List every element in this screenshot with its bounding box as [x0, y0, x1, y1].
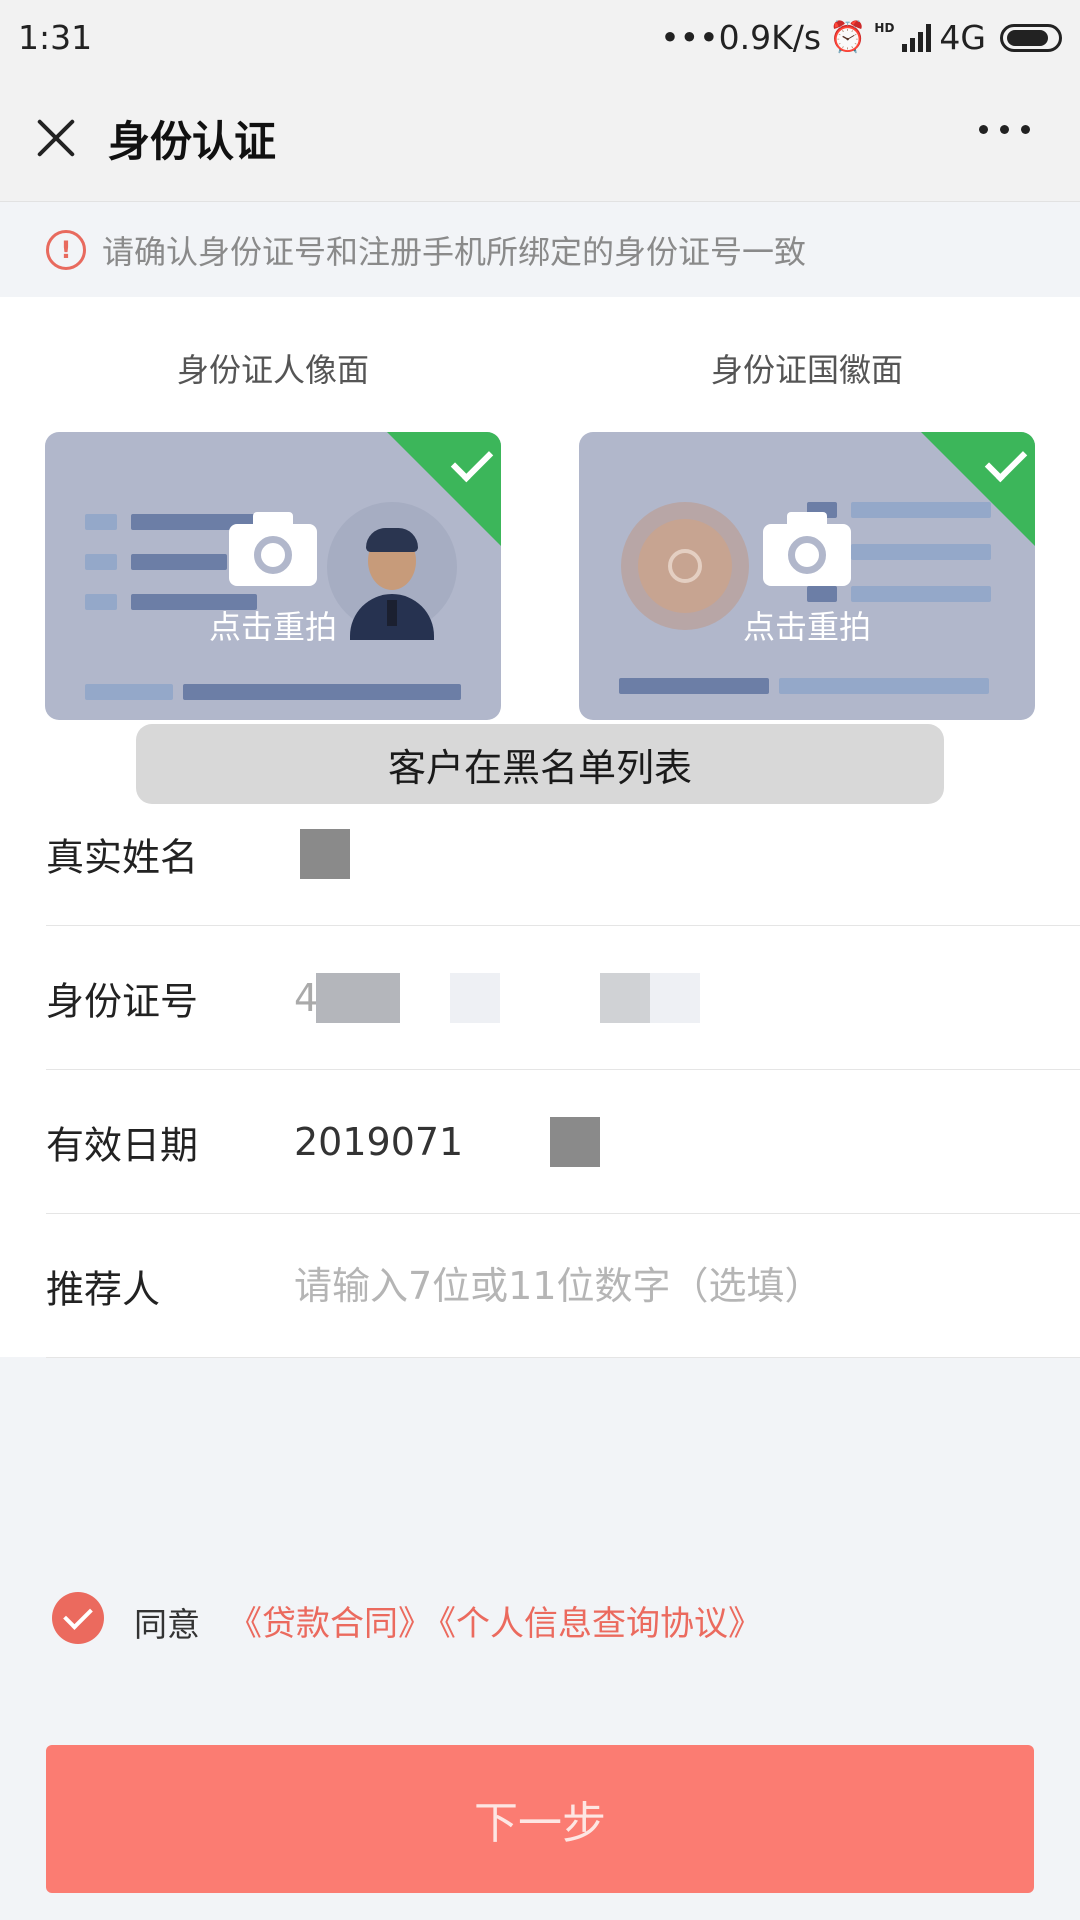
redacted-value	[316, 972, 400, 1023]
valid-date-label: 有效日期	[46, 1123, 199, 1167]
id-number-value: 4	[294, 975, 319, 1020]
id-back-card[interactable]: 点击重拍	[579, 432, 1035, 720]
card-stripe	[131, 554, 227, 570]
status-bar: 1:31 •••0.9K/s ⏰ HD 4G	[0, 0, 1080, 75]
card-stripe	[183, 684, 461, 700]
loan-contract-link[interactable]: 《贷款合同》	[228, 1596, 432, 1645]
id-back-label: 身份证国徽面	[710, 351, 903, 389]
card-stripe	[85, 514, 117, 530]
card-stripe	[779, 678, 989, 694]
network-speed: •••0.9K/s	[660, 18, 822, 57]
redacted-value	[650, 972, 700, 1023]
form-row-id-number[interactable]: 身份证号 4	[46, 926, 1080, 1070]
notice-banner: ! 请确认身份证号和注册手机所绑定的身份证号一致	[0, 203, 1080, 297]
notice-text: 请确认身份证号和注册手机所绑定的身份证号一致	[102, 233, 807, 271]
redacted-value	[600, 972, 650, 1023]
close-icon[interactable]	[26, 108, 86, 168]
referrer-input[interactable]	[294, 1255, 1054, 1316]
page-title: 身份认证	[108, 116, 277, 166]
id-number-label: 身份证号	[46, 979, 199, 1023]
info-query-agreement-link[interactable]: 《个人信息查询协议》	[422, 1596, 762, 1645]
form-row-name[interactable]: 真实姓名	[46, 782, 1080, 926]
battery-icon	[1000, 23, 1062, 52]
network-type: 4G	[939, 18, 986, 57]
hd-label: HD	[874, 20, 895, 35]
retake-label: 点击重拍	[208, 608, 337, 646]
alarm-clock-icon: ⏰	[829, 20, 867, 55]
id-front-label: 身份证人像面	[176, 351, 369, 389]
card-stripe	[851, 544, 991, 560]
warning-icon: !	[46, 230, 86, 270]
camera-icon	[763, 512, 851, 586]
emblem-symbol	[668, 549, 702, 583]
camera-icon	[229, 512, 317, 586]
id-front-card[interactable]: 点击重拍	[45, 432, 501, 720]
referrer-label: 推荐人	[46, 1267, 161, 1311]
retake-label: 点击重拍	[742, 608, 871, 646]
battery-fill	[1007, 29, 1048, 46]
card-stripe	[619, 678, 769, 694]
valid-date-value: 2019071	[294, 1119, 464, 1164]
card-stripe	[851, 586, 991, 602]
redacted-value	[550, 1116, 600, 1167]
name-label: 真实姓名	[46, 835, 199, 879]
nav-bar: 身份认证	[0, 75, 1080, 202]
more-dots-icon[interactable]	[979, 125, 1030, 134]
form-row-referrer[interactable]: 推荐人	[46, 1214, 1080, 1358]
card-stripe	[85, 554, 117, 570]
card-stripe	[807, 586, 837, 602]
status-time: 1:31	[18, 18, 93, 57]
signal-icon	[902, 23, 932, 52]
status-indicators: •••0.9K/s ⏰ HD 4G	[660, 18, 1062, 57]
next-step-button[interactable]: 下一步	[46, 1745, 1034, 1893]
redacted-value	[450, 972, 500, 1023]
agree-checkbox[interactable]	[52, 1592, 104, 1644]
card-stripe	[85, 684, 173, 700]
agree-label: 同意	[134, 1605, 200, 1644]
redacted-value	[300, 828, 350, 879]
form-row-valid-date[interactable]: 有效日期 2019071	[46, 1070, 1080, 1214]
